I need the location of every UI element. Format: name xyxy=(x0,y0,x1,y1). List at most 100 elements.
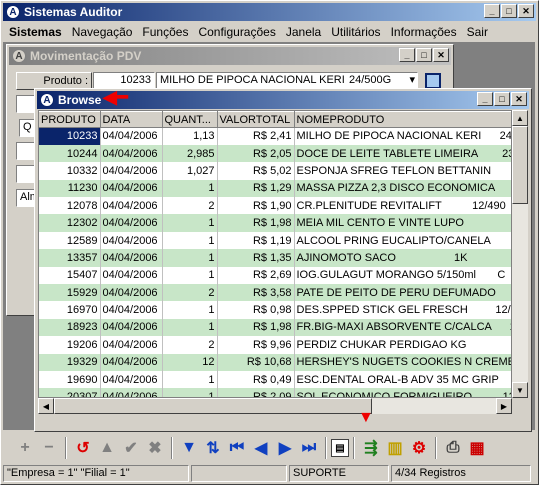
cell-quant[interactable]: 1 xyxy=(162,214,218,232)
cell-produto[interactable]: 19329 xyxy=(39,353,101,371)
cell-produto[interactable]: 19206 xyxy=(39,336,101,354)
add-icon[interactable]: + xyxy=(13,436,37,460)
table-row[interactable]: 15407 04/04/2006 1 R$ 2,69 IOG.GULAGUT MORAN… xyxy=(39,266,511,285)
scroll-right-icon[interactable]: ▶ xyxy=(496,398,512,414)
menu-utilitarios[interactable]: Utilitários xyxy=(326,25,385,39)
remove-icon[interactable]: − xyxy=(37,436,61,460)
cell-produto[interactable]: 10233 xyxy=(39,127,101,145)
cell-quant[interactable]: 1 xyxy=(162,301,218,319)
cell-valortotal[interactable]: R$ 9,96 xyxy=(217,336,295,354)
cell-quant[interactable]: 1 xyxy=(162,266,218,285)
table-row[interactable]: 12078 04/04/2006 2 R$ 1,90 CR.PLENITUDE REVI… xyxy=(39,197,511,215)
cell-produto[interactable]: 13357 xyxy=(39,249,101,267)
menu-funcoes[interactable]: Funções xyxy=(137,25,193,39)
maximize-button[interactable]: □ xyxy=(494,92,510,106)
cell-produto[interactable]: 19690 xyxy=(39,370,101,389)
cell-nomeproduto[interactable]: DES.SPPED STICK GEL FRESCH 12/8 xyxy=(294,301,511,319)
cell-valortotal[interactable]: R$ 1,98 xyxy=(217,318,295,337)
close-button[interactable]: ✕ xyxy=(511,92,527,106)
table-row[interactable]: 19329 04/04/2006 12 R$ 10,68 HERSHEY'S NUGET… xyxy=(39,353,511,371)
table-row[interactable]: 10233 04/04/2006 1,13 R$ 2,41 MILHO DE PIPOC… xyxy=(39,127,511,145)
prev-icon[interactable]: ◀ xyxy=(249,436,273,460)
col-header-quant[interactable]: QUANT... xyxy=(162,111,218,128)
cell-nomeproduto[interactable]: MASSA PIZZA 2,3 DISCO ECONOMICA 12 xyxy=(294,179,511,198)
cell-valortotal[interactable]: R$ 1,98 xyxy=(217,214,295,232)
next-icon[interactable]: ▶ xyxy=(273,436,297,460)
scroll-thumb[interactable] xyxy=(512,126,528,204)
menu-janela[interactable]: Janela xyxy=(281,25,326,39)
cell-produto[interactable]: 11230 xyxy=(39,179,101,198)
cell-quant[interactable]: 1 xyxy=(162,231,218,250)
cell-data[interactable]: 04/04/2006 xyxy=(100,162,163,180)
vertical-scrollbar[interactable]: ▲ ▼ xyxy=(512,110,528,398)
close-button[interactable]: ✕ xyxy=(433,48,449,62)
lookup-icon[interactable] xyxy=(425,73,441,89)
table-row[interactable]: 19206 04/04/2006 2 R$ 9,96 PERDIZ CHUKAR PER… xyxy=(39,336,511,354)
scroll-thumb[interactable] xyxy=(54,398,372,414)
cell-quant[interactable]: 1 xyxy=(162,179,218,198)
cell-quant[interactable]: 12 xyxy=(162,353,218,371)
cell-valortotal[interactable]: R$ 2,09 xyxy=(217,388,295,397)
cell-quant[interactable]: 1 xyxy=(162,249,218,267)
cell-produto[interactable]: 16970 xyxy=(39,301,101,319)
cell-quant[interactable]: 2,985 xyxy=(162,144,218,163)
cell-data[interactable]: 04/04/2006 xyxy=(100,318,163,337)
cell-data[interactable]: 04/04/2006 xyxy=(100,388,163,397)
cell-produto[interactable]: 20307 xyxy=(39,388,101,397)
tools-icon[interactable]: ⚙ xyxy=(407,436,431,460)
cell-valortotal[interactable]: R$ 1,19 xyxy=(217,231,295,250)
col-header-produto[interactable]: PRODUTO xyxy=(39,111,101,128)
cell-data[interactable]: 04/04/2006 xyxy=(100,127,163,145)
close-button[interactable]: ✕ xyxy=(518,4,534,18)
undo-icon[interactable]: ↺ xyxy=(71,436,95,460)
cell-valortotal[interactable]: R$ 0,49 xyxy=(217,370,295,389)
cell-valortotal[interactable]: R$ 0,98 xyxy=(217,301,295,319)
cell-valortotal[interactable]: R$ 1,29 xyxy=(217,179,295,198)
browse-grid[interactable]: PRODUTO DATA QUANT... VALORTOTAL NOMEPRO… xyxy=(38,110,512,398)
table-row[interactable]: 11230 04/04/2006 1 R$ 1,29 MASSA PIZZA 2,3 D… xyxy=(39,179,511,198)
cell-quant[interactable]: 1,13 xyxy=(162,127,218,145)
cell-produto[interactable]: 10332 xyxy=(39,162,101,180)
cell-nomeproduto[interactable]: DOCE DE LEITE TABLETE LIMEIRA 23 xyxy=(294,144,511,163)
cell-data[interactable]: 04/04/2006 xyxy=(100,284,163,302)
scroll-down-icon[interactable]: ▼ xyxy=(512,382,528,398)
cell-data[interactable]: 04/04/2006 xyxy=(100,336,163,354)
cell-nomeproduto[interactable]: ESPONJA SFREG TEFLON BETTANIN xyxy=(294,162,511,180)
cell-data[interactable]: 04/04/2006 xyxy=(100,266,163,285)
cell-quant[interactable]: 2 xyxy=(162,284,218,302)
main-titlebar[interactable]: A Sistemas Auditor _ □ ✕ xyxy=(3,3,536,21)
chart-icon[interactable]: ▥ xyxy=(383,436,407,460)
menu-configuracoes[interactable]: Configurações xyxy=(193,25,280,39)
chevron-down-icon[interactable]: ▾ xyxy=(409,73,415,86)
movimentacao-titlebar[interactable]: A Movimentação PDV _ □ ✕ xyxy=(9,47,451,65)
cell-valortotal[interactable]: R$ 2,69 xyxy=(217,266,295,285)
calendar-icon[interactable]: ▦ xyxy=(465,436,489,460)
table-row[interactable]: 10244 04/04/2006 2,985 R$ 2,05 DOCE DE LEITE… xyxy=(39,144,511,163)
minimize-button[interactable]: _ xyxy=(484,4,500,18)
menu-sair[interactable]: Sair xyxy=(462,25,493,39)
cell-nomeproduto[interactable]: PATE DE PEITO DE PERU DEFUMADO xyxy=(294,284,511,302)
cell-data[interactable]: 04/04/2006 xyxy=(100,301,163,319)
menu-navegacao[interactable]: Navegação xyxy=(67,25,138,39)
cell-nomeproduto[interactable]: MEIA MIL CENTO E VINTE LUPO xyxy=(294,214,511,232)
table-row[interactable]: 15929 04/04/2006 2 R$ 3,58 PATE DE PEITO DE … xyxy=(39,284,511,302)
table-row[interactable]: 20307 04/04/2006 1 R$ 2,09 SOL ECONOMICO FOR… xyxy=(39,388,511,397)
cell-data[interactable]: 04/04/2006 xyxy=(100,144,163,163)
menu-sistemas[interactable]: Sistemas xyxy=(4,25,67,39)
minimize-button[interactable]: _ xyxy=(477,92,493,106)
cell-produto[interactable]: 12302 xyxy=(39,214,101,232)
print-icon[interactable]: ⎙ xyxy=(441,436,465,460)
scroll-up-icon[interactable]: ▲ xyxy=(512,110,528,126)
check-icon[interactable]: ✔ xyxy=(119,436,143,460)
cell-nomeproduto[interactable]: MILHO DE PIPOCA NACIONAL KERI 24/5 xyxy=(294,127,511,145)
sort-icon[interactable]: ⇅ xyxy=(201,436,225,460)
cell-nomeproduto[interactable]: CR.PLENITUDE REVITALIFT 12/490 xyxy=(294,197,511,215)
cell-valortotal[interactable]: R$ 3,58 xyxy=(217,284,295,302)
table-row[interactable]: 10332 04/04/2006 1,027 R$ 5,02 ESPONJA SFREG… xyxy=(39,162,511,180)
up-icon[interactable]: ▲ xyxy=(95,436,119,460)
table-row[interactable]: 18923 04/04/2006 1 R$ 1,98 FR.BIG-MAXI ABSOR… xyxy=(39,318,511,337)
cell-nomeproduto[interactable]: IOG.GULAGUT MORANGO 5/150ml C xyxy=(294,266,511,285)
cell-nomeproduto[interactable]: ESC.DENTAL ORAL-B ADV 35 MC GRIP xyxy=(294,370,511,389)
table-row[interactable]: 16970 04/04/2006 1 R$ 0,98 DES.SPPED STICK G… xyxy=(39,301,511,319)
col-header-data[interactable]: DATA xyxy=(100,111,163,128)
